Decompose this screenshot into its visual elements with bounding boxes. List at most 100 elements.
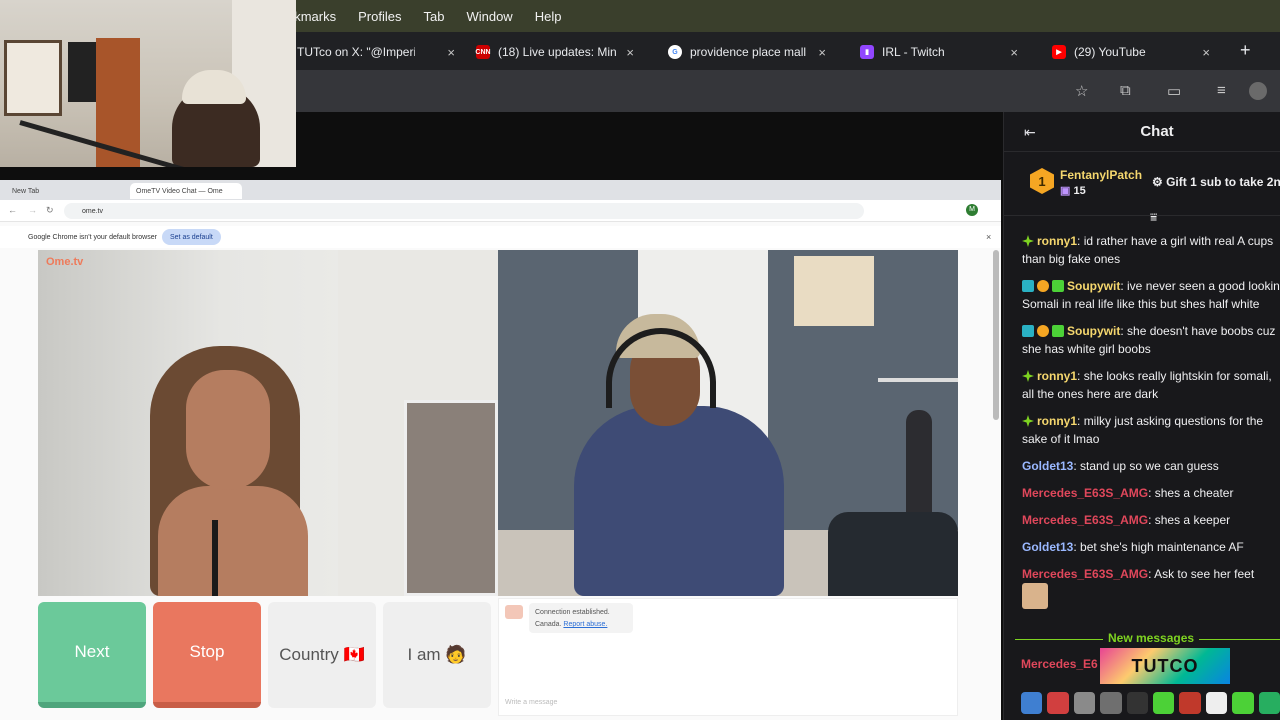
ometv-logo: Ome.tv: [46, 256, 84, 268]
reload-icon[interactable]: ↻: [46, 205, 54, 216]
emote-icon[interactable]: [1021, 692, 1043, 714]
chat-username[interactable]: Goldet13: [1022, 540, 1073, 554]
close-tab-icon[interactable]: ×: [818, 45, 826, 60]
new-messages-divider[interactable]: New messages: [1015, 631, 1280, 646]
address-text: ome.tv: [82, 207, 104, 215]
inner-toolbar: ← → ↻ ome.tv M: [0, 200, 1001, 222]
menu-item[interactable]: Help: [535, 9, 562, 24]
report-abuse-link[interactable]: Report abuse.: [563, 621, 607, 628]
emote-icon[interactable]: [1126, 692, 1149, 714]
tab-title: providence place mall - G: [690, 45, 808, 59]
browser-tab[interactable]: Gprovidence place mall - G ×: [668, 38, 826, 66]
close-tab-icon[interactable]: ×: [1202, 45, 1210, 60]
pinned-leaderboard: 1 FentanylPatch ▣ 15 ⚙ Gift 1 sub to tak…: [1004, 152, 1280, 224]
emote-icon[interactable]: [1258, 692, 1280, 714]
close-notice-icon[interactable]: ×: [986, 232, 991, 242]
chat-username[interactable]: Soupywit: [1067, 324, 1120, 338]
new-tab-plus-icon[interactable]: +: [1240, 40, 1251, 61]
set-default-button[interactable]: Set as default: [162, 229, 221, 245]
last-message-user[interactable]: Mercedes_E6: [1021, 657, 1098, 671]
emote-icon[interactable]: [1205, 692, 1228, 714]
inner-tab-newtab[interactable]: New Tab: [12, 183, 122, 199]
browser-tab[interactable]: ▮ IRL - Twitch ×: [860, 38, 1018, 66]
leader-username[interactable]: FentanylPatch: [1060, 168, 1142, 182]
close-tab-icon[interactable]: ×: [1010, 45, 1018, 60]
chat-username[interactable]: ronny1: [1037, 234, 1077, 248]
prime-badge-icon[interactable]: [1022, 370, 1034, 382]
chat-title: Chat: [1140, 123, 1174, 140]
bookmark-star-icon[interactable]: ☆: [1075, 82, 1088, 100]
emote-icon[interactable]: [1232, 692, 1254, 714]
stop-button[interactable]: Stop: [153, 602, 261, 708]
chat-message: Soupywit: ive never seen a good looking …: [1022, 277, 1280, 313]
new-messages-label: New messages: [1103, 631, 1200, 645]
chat-emote[interactable]: [1022, 583, 1048, 609]
inner-profile-avatar[interactable]: M: [966, 204, 978, 216]
close-tab-icon[interactable]: ×: [447, 45, 455, 60]
chat-username[interactable]: Mercedes_E63S_AMG: [1022, 567, 1148, 581]
chat-username[interactable]: Mercedes_E63S_AMG: [1022, 513, 1148, 527]
next-button[interactable]: Next: [38, 602, 146, 708]
cnn-logo-icon: CNN: [475, 45, 491, 59]
browser-tab[interactable]: ▶ (29) YouTube ×: [1052, 38, 1210, 66]
emote-icon[interactable]: [1100, 692, 1122, 714]
emote-icon[interactable]: [1153, 692, 1175, 714]
prime-badge-icon[interactable]: [1022, 415, 1034, 427]
sq-badge-icon[interactable]: [1022, 325, 1034, 337]
ometv-mini-logo-icon: [505, 605, 523, 619]
expand-leaderboard-icon[interactable]: ⩸: [1150, 210, 1157, 225]
browser-tab[interactable]: TUTco on X: "@Imperium ×: [297, 38, 455, 66]
prime-badge-icon[interactable]: [1022, 235, 1034, 247]
notice-text: Google Chrome isn't your default browser: [28, 233, 157, 241]
inner-tab-ometv[interactable]: OmeTV Video Chat — Ome: [130, 183, 242, 199]
separator: :: [1120, 324, 1128, 338]
location-text: Canada.: [535, 621, 562, 628]
extensions-icon[interactable]: ⧉: [1120, 82, 1131, 99]
stop-label: Stop: [189, 642, 225, 661]
browser-tab[interactable]: CNN (18) Live updates: Minne ×: [475, 38, 634, 66]
message-input[interactable]: Write a message: [505, 699, 557, 706]
profile-avatar[interactable]: [1249, 82, 1267, 100]
gift-cta[interactable]: ⚙ Gift 1 sub to take 2nd: [1152, 175, 1280, 189]
sq-badge-icon[interactable]: [1022, 280, 1034, 292]
green-badge-icon[interactable]: [1052, 280, 1064, 292]
forward-icon[interactable]: →: [28, 205, 37, 215]
connection-text: Connection established.: [535, 609, 610, 616]
inner-tab-label: New Tab: [12, 187, 40, 195]
rank-badge: 1: [1030, 168, 1054, 194]
menu-item[interactable]: Tab: [423, 9, 444, 24]
default-browser-notice: Google Chrome isn't your default browser…: [0, 226, 1001, 248]
chat-text: stand up so we can guess: [1080, 459, 1219, 473]
chat-message: Goldet13: stand up so we can guess: [1022, 457, 1280, 475]
back-icon[interactable]: ←: [8, 205, 17, 215]
emote-icon[interactable]: [1179, 692, 1201, 714]
tutco-emote: TUTCO: [1100, 648, 1230, 684]
chat-username[interactable]: Mercedes_E63S_AMG: [1022, 486, 1148, 500]
twitch-logo-icon: ▮: [860, 45, 874, 59]
screen: okmarks Profiles Tab Window Help TUTco on X:…: [0, 0, 1280, 720]
cast-icon[interactable]: ▭: [1167, 82, 1181, 100]
inner-tab-label: OmeTV Video Chat — Ome: [136, 187, 223, 195]
coin-badge-icon[interactable]: [1037, 325, 1049, 337]
chat-text: Ask to see her feet: [1154, 567, 1255, 581]
coin-badge-icon[interactable]: [1037, 280, 1049, 292]
close-tab-icon[interactable]: ×: [626, 45, 634, 60]
address-bar[interactable]: ome.tv: [64, 203, 864, 219]
tab-search-icon[interactable]: ≡: [1217, 82, 1226, 99]
green-badge-icon[interactable]: [1052, 325, 1064, 337]
inner-scrollbar[interactable]: [993, 250, 999, 420]
i-am-button[interactable]: I am 🧑: [383, 602, 491, 708]
separator: :: [1077, 369, 1084, 383]
canada-flag-icon: 🇨🇦: [343, 645, 365, 664]
chat-username[interactable]: ronny1: [1037, 414, 1077, 428]
country-button[interactable]: Country 🇨🇦: [268, 602, 376, 708]
emote-icon[interactable]: [1047, 692, 1069, 714]
chat-username[interactable]: Goldet13: [1022, 459, 1073, 473]
stranger-video: Ome.tv: [38, 250, 498, 596]
menu-item[interactable]: Window: [466, 9, 512, 24]
menu-item[interactable]: Profiles: [358, 9, 401, 24]
chat-message: ronny1: id rather have a girl with real …: [1022, 232, 1280, 268]
chat-username[interactable]: Soupywit: [1067, 279, 1120, 293]
emote-icon[interactable]: [1073, 692, 1096, 714]
chat-username[interactable]: ronny1: [1037, 369, 1077, 383]
